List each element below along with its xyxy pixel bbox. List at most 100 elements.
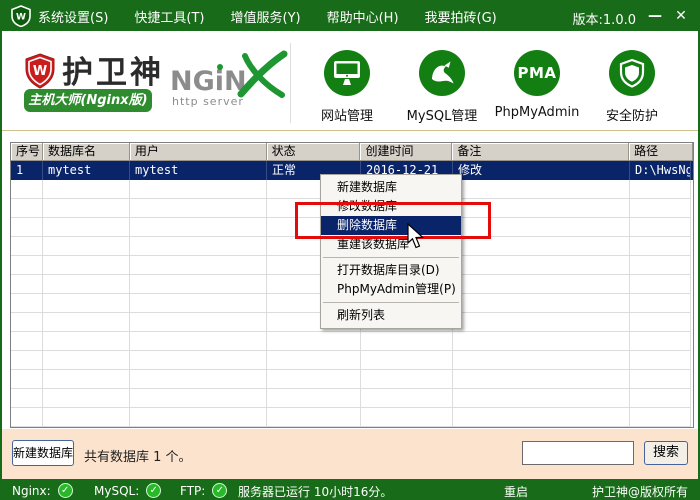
shortcut-phpmyadmin[interactable]: PMA PhpMyAdmin [494,50,580,120]
empty-cell [361,332,453,351]
search-input[interactable] [522,441,634,465]
empty-cell [630,275,691,294]
svg-text:W: W [33,64,47,79]
check-circle-icon: ✓ [146,483,161,498]
empty-cell [43,351,130,370]
empty-cell [130,199,267,218]
empty-cell [11,332,43,351]
cell-col-database-name: mytest [43,161,130,180]
app-window: W 系统设置(S)快捷工具(T)增值服务(Y)帮助中心(H)我要拍砖(G) 版本… [0,0,700,500]
close-button[interactable]: ✕ [672,6,690,26]
empty-cell [361,408,453,427]
new-database-button[interactable]: 新建数据库 [12,440,74,466]
empty-cell [130,370,267,389]
header: W 护卫神 主机大师(Nginx版) NGiN http server 网站管理… [2,31,698,130]
empty-cell [630,389,691,408]
status-bar: Nginx:✓ MySQL:✓ FTP:✓ 服务器已运行 10小时16分。 重启 护… [2,479,698,500]
menu-help-center[interactable]: 帮助中心(H) [327,7,399,26]
context-menu-item-new-database[interactable]: 新建数据库 [321,178,461,197]
empty-cell [11,275,43,294]
nginx-status: Nginx:✓ [12,479,73,500]
empty-cell [453,256,630,275]
security-shield-icon [609,50,655,96]
table-empty-row [11,370,693,389]
empty-cell [130,332,267,351]
empty-cell [11,370,43,389]
brand-badge: 主机大师(Nginx版) [24,89,152,112]
mouse-cursor-icon [406,223,426,255]
empty-cell [453,313,630,332]
empty-cell [130,237,267,256]
restart-link[interactable]: 重启 [504,483,528,500]
empty-cell [267,332,361,351]
shortcut-label: 网站管理 [304,105,390,124]
col-remark[interactable]: 备注 [452,143,629,161]
col-status[interactable]: 状态 [267,143,361,161]
menubar: 系统设置(S) 快捷工具(T) 增值服务(Y) 帮助中心(H) 我要拍砖(G) [38,2,523,31]
empty-cell [130,218,267,237]
menu-quick-tools[interactable]: 快捷工具(T) [134,7,204,26]
menu-separator [323,302,459,303]
table-empty-row [11,351,693,370]
app-shield-icon: W [10,5,32,31]
empty-cell [361,370,453,389]
empty-cell [453,351,630,370]
svg-text:W: W [16,13,26,23]
empty-cell [43,275,130,294]
empty-cell [43,218,130,237]
bottom-bar: 新建数据库 共有数据库 1 个。 搜索 [2,429,698,479]
col-created-time[interactable]: 创建时间 [360,143,452,161]
context-menu-item-open-database-directory[interactable]: 打开数据库目录(D) [321,261,461,280]
shortcut-security-protection[interactable]: 安全防护 [589,50,675,124]
empty-cell [630,199,691,218]
empty-cell [630,313,691,332]
shortcut-label: PhpMyAdmin [494,105,580,120]
context-menu-item-refresh-list[interactable]: 刷新列表 [321,306,461,325]
table-header-row: 序号数据库名用户状态创建时间备注路径 [11,143,693,161]
context-menu-item-phpmyadmin-manage[interactable]: PhpMyAdmin管理(P) [321,280,461,299]
header-divider [290,43,291,123]
shortcut-website-management[interactable]: 网站管理 [304,50,390,124]
empty-cell [11,199,43,218]
shortcut-label: 安全防护 [589,105,675,124]
empty-cell [453,237,630,256]
copyright-text: 护卫神@版权所有 [592,483,688,500]
empty-cell [43,256,130,275]
pma-label: PMA [517,64,556,82]
empty-cell [267,351,361,370]
empty-cell [630,294,691,313]
check-circle-icon: ✓ [58,483,73,498]
col-path[interactable]: 路径 [629,143,693,161]
col-user[interactable]: 用户 [130,143,267,161]
empty-cell [453,389,630,408]
empty-cell [267,408,361,427]
ftp-status: FTP:✓ [180,479,227,500]
menu-system-settings[interactable]: 系统设置(S) [38,7,108,26]
col-index[interactable]: 序号 [11,143,43,161]
menu-value-added-services[interactable]: 增值服务(Y) [231,7,301,26]
uptime-text: 服务器已运行 10小时16分。 [238,483,392,500]
minimize-button[interactable]: — [646,6,664,26]
empty-cell [130,313,267,332]
menu-feedback[interactable]: 我要拍砖(G) [425,7,497,26]
empty-cell [453,180,630,199]
mysql-status: MySQL:✓ [94,479,161,500]
shortcut-label: MySQL管理 [399,105,485,124]
empty-cell [43,332,130,351]
annotation-red-rectangle [295,202,491,239]
empty-cell [453,408,630,427]
cell-col-user: mytest [130,161,267,180]
empty-cell [130,389,267,408]
empty-cell [11,389,43,408]
empty-cell [43,408,130,427]
cell-col-path: D:\HwsNgi [630,161,691,180]
empty-cell [630,408,691,427]
empty-cell [130,294,267,313]
empty-cell [453,370,630,389]
col-database-name[interactable]: 数据库名 [43,143,130,161]
shortcut-mysql-management[interactable]: MySQL管理 [399,50,485,124]
search-button[interactable]: 搜索 [644,441,688,465]
table-empty-row [11,408,693,427]
empty-cell [130,408,267,427]
empty-cell [453,275,630,294]
